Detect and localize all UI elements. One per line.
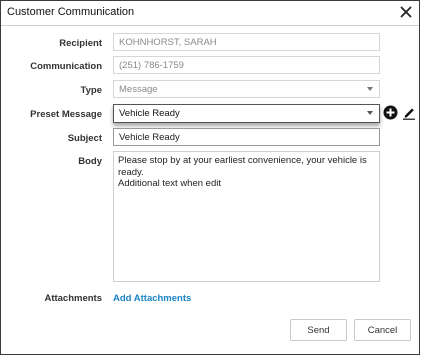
plus-circle-icon[interactable] — [383, 105, 398, 125]
body-label: Body — [78, 156, 102, 167]
type-select-value: Message — [119, 84, 158, 95]
attachments-label: Attachments — [44, 293, 102, 304]
customer-communication-dialog: Customer Communication Recipient KOHNHOR… — [0, 0, 420, 355]
subject-label: Subject — [67, 133, 102, 144]
body-line: Additional text when edit — [118, 178, 221, 189]
body-line: ready. — [118, 166, 144, 178]
cancel-button[interactable]: Cancel — [354, 319, 411, 341]
type-label: Type — [80, 85, 102, 96]
add-attachments-link[interactable]: Add Attachments — [113, 293, 191, 304]
close-icon[interactable] — [397, 3, 415, 21]
subject-input[interactable]: Vehicle Ready — [113, 128, 380, 146]
recipient-label: Recipient — [59, 38, 102, 49]
dialog-title: Customer Communication — [7, 6, 135, 18]
preset-message-value: Vehicle Ready — [119, 108, 180, 119]
type-select[interactable]: Message — [113, 80, 380, 98]
recipient-field[interactable]: KOHNHORST, SARAH — [113, 33, 380, 51]
preset-message-label: Preset Message — [30, 109, 102, 120]
body-line: Please stop by at your earliest convenie… — [118, 155, 367, 166]
dialog-titlebar: Customer Communication — [1, 1, 419, 26]
send-button[interactable]: Send — [290, 319, 347, 341]
body-textarea[interactable]: Please stop by at your earliest convenie… — [113, 151, 380, 282]
communication-label: Communication — [30, 61, 102, 72]
chevron-down-icon — [367, 87, 373, 91]
communication-field[interactable]: (251) 786-1759 — [113, 56, 380, 74]
preset-message-select[interactable]: Vehicle Ready — [113, 104, 380, 123]
chevron-down-icon — [367, 111, 373, 115]
pencil-icon[interactable] — [402, 105, 416, 125]
